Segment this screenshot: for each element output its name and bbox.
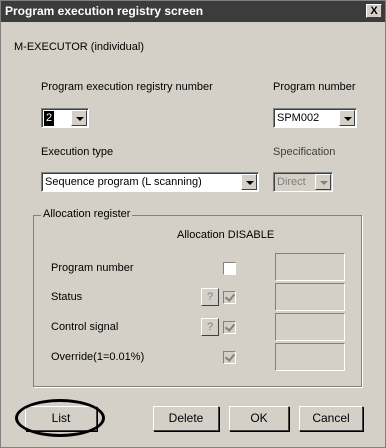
program-number-value: SPM002 xyxy=(277,112,320,124)
program-number-label: Program number xyxy=(273,81,356,93)
status-help-button[interactable]: ? xyxy=(201,288,219,306)
window-title: Program execution registry screen xyxy=(5,4,204,18)
registry-number-value: 2 xyxy=(44,111,55,126)
program-execution-registry-dialog: Program execution registry screen X M-EX… xyxy=(0,0,386,448)
program-number-select[interactable]: SPM002 xyxy=(273,108,357,128)
program-number-register-field[interactable] xyxy=(275,253,345,281)
specification-value: Direct xyxy=(277,176,306,188)
control-signal-register-field[interactable] xyxy=(275,313,345,341)
status-disable-checkbox[interactable] xyxy=(223,291,236,304)
mode-label: M-EXECUTOR (individual) xyxy=(14,41,144,53)
close-button[interactable]: X xyxy=(366,4,382,18)
execution-type-select[interactable]: Sequence program (L scanning) xyxy=(41,172,259,192)
row-label-control-signal: Control signal xyxy=(51,321,119,333)
control-signal-help-button[interactable]: ? xyxy=(201,318,219,336)
execution-type-value: Sequence program (L scanning) xyxy=(45,176,202,188)
chevron-down-icon[interactable] xyxy=(339,110,355,126)
row-label-program-number: Program number xyxy=(51,262,134,274)
execution-type-label: Execution type xyxy=(41,146,114,158)
chevron-down-icon[interactable] xyxy=(241,174,257,190)
program-number-disable-checkbox[interactable] xyxy=(223,262,236,275)
specification-select: Direct xyxy=(273,172,333,192)
override-register-field[interactable] xyxy=(275,343,345,371)
control-signal-disable-checkbox[interactable] xyxy=(223,321,236,334)
row-label-override: Override(1=0.01%) xyxy=(51,351,145,363)
registry-number-select[interactable]: 2 xyxy=(41,108,89,128)
status-register-field[interactable] xyxy=(275,283,345,311)
registry-number-label: Program execution registry number xyxy=(41,81,213,93)
override-disable-checkbox[interactable] xyxy=(223,351,236,364)
delete-button[interactable]: Delete xyxy=(153,406,219,431)
allocation-disable-label: Allocation DISABLE xyxy=(177,229,275,241)
chevron-down-icon xyxy=(315,174,331,190)
row-label-status: Status xyxy=(51,291,83,303)
cancel-button[interactable]: Cancel xyxy=(299,406,363,431)
chevron-down-icon[interactable] xyxy=(71,110,87,126)
ok-button[interactable]: OK xyxy=(229,406,289,431)
highlight-ellipse xyxy=(15,399,105,437)
allocation-register-title: Allocation register xyxy=(41,208,133,220)
specification-label: Specification xyxy=(273,146,336,158)
title-bar: Program execution registry screen X xyxy=(1,1,385,22)
